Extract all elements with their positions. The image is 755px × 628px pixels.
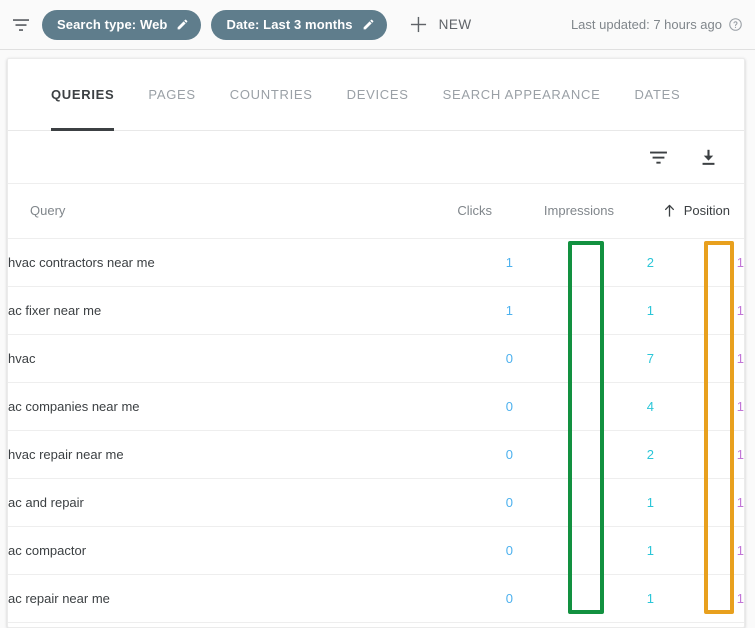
column-header-position[interactable]: Position xyxy=(654,184,744,239)
tab-countries[interactable]: COUNTRIES xyxy=(230,59,313,131)
table-row[interactable]: ac fixer near me 1 1 1 xyxy=(8,286,744,335)
table-header-row: Query Clicks Impressions Position xyxy=(8,184,744,239)
cell-position: 1 xyxy=(654,574,744,623)
tab-search-appearance[interactable]: SEARCH APPEARANCE xyxy=(443,59,601,131)
cell-impressions: 7 xyxy=(513,334,654,383)
cell-impressions: 1 xyxy=(513,574,654,623)
arrow-up-icon xyxy=(663,204,676,218)
cell-clicks: 0 xyxy=(398,478,513,527)
table-row[interactable]: hvac 0 7 1 xyxy=(8,334,744,383)
tab-dates-label: DATES xyxy=(634,87,681,102)
cell-position: 1 xyxy=(654,382,744,431)
cell-clicks: 0 xyxy=(398,526,513,575)
queries-table: Query Clicks Impressions Position hvac c… xyxy=(8,184,744,623)
cell-query: hvac contractors near me xyxy=(8,238,398,287)
dimension-tabs: QUERIES PAGES COUNTRIES DEVICES SEARCH A… xyxy=(8,59,744,131)
cell-clicks: 0 xyxy=(398,430,513,479)
cell-clicks: 0 xyxy=(398,574,513,623)
cell-query: ac and repair xyxy=(8,478,398,527)
tab-dates[interactable]: DATES xyxy=(634,59,680,131)
cell-query: ac fixer near me xyxy=(8,286,398,335)
download-icon[interactable] xyxy=(692,141,724,173)
cell-impressions: 2 xyxy=(513,238,654,287)
chip-date-range[interactable]: Date: Last 3 months xyxy=(211,9,387,40)
tab-devices[interactable]: DEVICES xyxy=(347,59,409,131)
column-header-position-label: Position xyxy=(683,203,730,219)
cell-query: ac companies near me xyxy=(8,382,398,431)
cell-position: 1 xyxy=(654,430,744,479)
filter-list-icon[interactable] xyxy=(642,141,674,173)
table-body: hvac contractors near me 1 2 1 ac fixer … xyxy=(8,238,744,623)
filter-toolbar: Search type: Web Date: Last 3 months NEW… xyxy=(0,0,755,50)
table-header: Query Clicks Impressions Position xyxy=(8,184,744,239)
column-header-query-label: Query xyxy=(30,203,66,219)
column-header-impressions[interactable]: Impressions xyxy=(513,184,654,239)
cell-clicks: 1 xyxy=(398,238,513,287)
cell-impressions: 1 xyxy=(513,286,654,335)
pencil-icon[interactable] xyxy=(362,18,375,31)
cell-query: ac compactor xyxy=(8,526,398,575)
cell-clicks: 0 xyxy=(398,334,513,383)
cell-impressions: 1 xyxy=(513,478,654,527)
cell-impressions: 4 xyxy=(513,382,654,431)
table-row[interactable]: ac and repair 0 1 1 xyxy=(8,478,744,527)
tab-queries[interactable]: QUERIES xyxy=(51,59,115,131)
chip-search-type[interactable]: Search type: Web xyxy=(42,9,202,40)
table-row[interactable]: ac repair near me 0 1 1 xyxy=(8,574,744,623)
cell-impressions: 1 xyxy=(513,526,654,575)
tab-countries-label: COUNTRIES xyxy=(229,87,313,102)
column-header-query[interactable]: Query xyxy=(8,184,398,239)
column-header-clicks[interactable]: Clicks xyxy=(398,184,513,239)
cell-query: ac repair near me xyxy=(8,574,398,623)
cell-clicks: 1 xyxy=(398,286,513,335)
tab-pages-label: PAGES xyxy=(148,87,196,102)
tab-queries-label: QUERIES xyxy=(51,87,115,102)
add-new-filter-button[interactable]: NEW xyxy=(409,10,472,40)
table-row[interactable]: ac companies near me 0 4 1 xyxy=(8,382,744,431)
cell-position: 1 xyxy=(654,334,744,383)
add-new-filter-label: NEW xyxy=(438,17,472,32)
filter-list-icon[interactable] xyxy=(8,12,34,38)
pencil-icon[interactable] xyxy=(176,18,189,31)
cell-position: 1 xyxy=(654,286,744,335)
chip-search-type-label: Search type: Web xyxy=(57,17,168,32)
cell-query: hvac repair near me xyxy=(8,430,398,479)
column-header-impressions-label: Impressions xyxy=(543,203,614,219)
tab-devices-label: DEVICES xyxy=(346,87,409,102)
cell-query: hvac xyxy=(8,334,398,383)
cell-position: 1 xyxy=(654,238,744,287)
table-row[interactable]: hvac contractors near me 1 2 1 xyxy=(8,238,744,287)
help-circle-icon[interactable] xyxy=(728,17,743,32)
table-toolbar xyxy=(8,131,744,184)
performance-report-card: QUERIES PAGES COUNTRIES DEVICES SEARCH A… xyxy=(7,58,745,628)
tab-pages[interactable]: PAGES xyxy=(148,59,195,131)
cell-position: 1 xyxy=(654,478,744,527)
last-updated-status: Last updated: 7 hours ago xyxy=(571,17,743,32)
cell-position: 1 xyxy=(654,526,744,575)
last-updated-text: Last updated: 7 hours ago xyxy=(570,17,722,32)
column-header-clicks-label: Clicks xyxy=(457,203,492,219)
table-row[interactable]: ac compactor 0 1 1 xyxy=(8,526,744,575)
cell-impressions: 2 xyxy=(513,430,654,479)
cell-clicks: 0 xyxy=(398,382,513,431)
plus-icon xyxy=(409,15,429,35)
tab-search-appearance-label: SEARCH APPEARANCE xyxy=(442,87,601,102)
table-row[interactable]: hvac repair near me 0 2 1 xyxy=(8,430,744,479)
chip-date-range-label: Date: Last 3 months xyxy=(226,17,353,32)
